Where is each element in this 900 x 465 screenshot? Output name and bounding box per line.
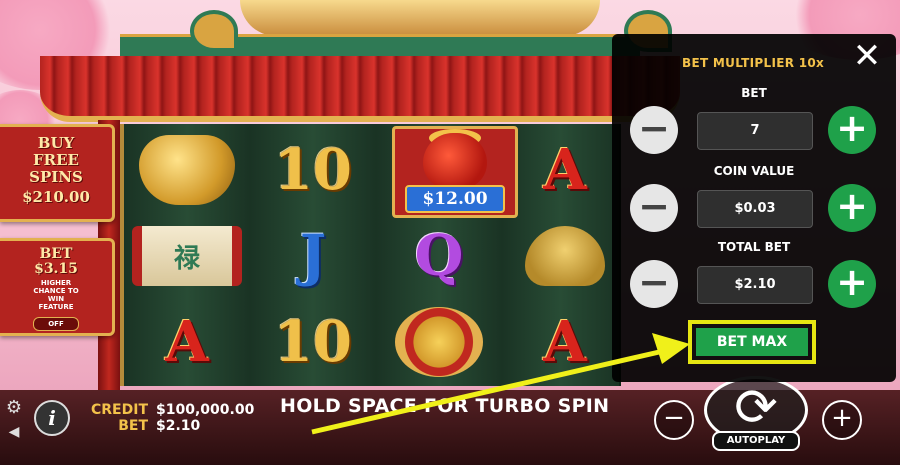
- a-symbol: A: [543, 309, 587, 375]
- ante-bet-description: HIGHER CHANCE TO WIN FEATURE: [33, 279, 79, 311]
- scroll-symbol: 禄: [132, 216, 242, 296]
- ante-bet-toggle[interactable]: OFF: [33, 317, 79, 331]
- coin-value-plus-button[interactable]: +: [828, 184, 876, 232]
- bet-max-button[interactable]: BET MAX: [696, 328, 808, 356]
- total-bet-field: $2.10: [697, 266, 813, 304]
- money-bag-symbol: $12.00: [392, 126, 518, 218]
- credit-label: CREDIT: [91, 402, 148, 418]
- total-bet-minus-button[interactable]: −: [630, 260, 678, 308]
- autoplay-button[interactable]: AUTOPLAY: [712, 431, 800, 451]
- decrease-bet-button[interactable]: −: [654, 400, 694, 440]
- temple-roof-top: [240, 0, 600, 36]
- buy-free-spins-label: BUY FREE SPINS: [29, 134, 83, 186]
- total-bet-label: TOTAL BET: [717, 240, 791, 254]
- money-bag-icon: [423, 133, 487, 189]
- coin-value-label: COIN VALUE: [713, 164, 795, 178]
- bet-row-label: BET: [741, 86, 767, 100]
- gear-icon[interactable]: ⚙: [4, 398, 24, 418]
- q-symbol: Q: [414, 223, 464, 289]
- coin-value-minus-button[interactable]: −: [630, 184, 678, 232]
- frog-symbol: [510, 216, 620, 296]
- game-scene: 禄 A 10 J 10 Q A A $12.00 BUY FREE SPINS …: [0, 0, 900, 465]
- ten-symbol: 10: [274, 137, 352, 203]
- j-symbol: J: [299, 223, 327, 289]
- ante-bet-panel: BET $3.15 HIGHER CHANCE TO WIN FEATURE O…: [0, 238, 115, 336]
- reel-2: 10 J 10: [250, 124, 378, 386]
- turbo-spin-hint: HOLD SPACE FOR TURBO SPIN: [280, 395, 610, 417]
- ten-symbol: 10: [274, 309, 352, 375]
- reel-area: 禄 A 10 J 10 Q A A: [120, 124, 621, 386]
- bet-label: BET: [118, 418, 148, 434]
- temple-roof: [40, 56, 680, 122]
- buy-free-spins-button[interactable]: BUY FREE SPINS $210.00: [0, 124, 115, 222]
- bet-max-highlight: BET MAX: [688, 320, 816, 364]
- reel-4: A A: [502, 124, 621, 386]
- a-symbol: A: [543, 137, 587, 203]
- roof-ornament-left: [190, 10, 238, 52]
- bet-value-field: 7: [697, 112, 813, 150]
- a-symbol: A: [165, 309, 209, 375]
- coin-value-field: $0.03: [697, 190, 813, 228]
- close-icon[interactable]: ✕: [850, 39, 884, 74]
- total-bet-plus-button[interactable]: +: [828, 260, 876, 308]
- bet-value: $2.10: [156, 418, 201, 434]
- gold-pot-symbol: [132, 130, 242, 210]
- info-icon[interactable]: i: [34, 400, 70, 436]
- money-bag-value: $12.00: [405, 185, 505, 213]
- bet-plus-button[interactable]: +: [828, 106, 876, 154]
- buy-free-spins-price: $210.00: [22, 188, 90, 206]
- bet-minus-button[interactable]: −: [630, 106, 678, 154]
- credit-value: $100,000.00: [156, 402, 255, 418]
- increase-bet-button[interactable]: +: [822, 400, 862, 440]
- reel-1: 禄 A: [124, 124, 252, 386]
- spin-arrows-icon: ⟳: [734, 378, 778, 438]
- ante-bet-amount: $3.15: [34, 261, 78, 277]
- bet-settings-panel: BET MULTIPLIER 10x ✕ BET − 7 + COIN VALU…: [612, 34, 896, 382]
- panel-title: BET MULTIPLIER 10x: [682, 56, 825, 70]
- coins-symbol: [384, 302, 494, 382]
- speaker-icon[interactable]: ◀: [4, 422, 24, 442]
- ante-bet-label: BET: [39, 246, 73, 262]
